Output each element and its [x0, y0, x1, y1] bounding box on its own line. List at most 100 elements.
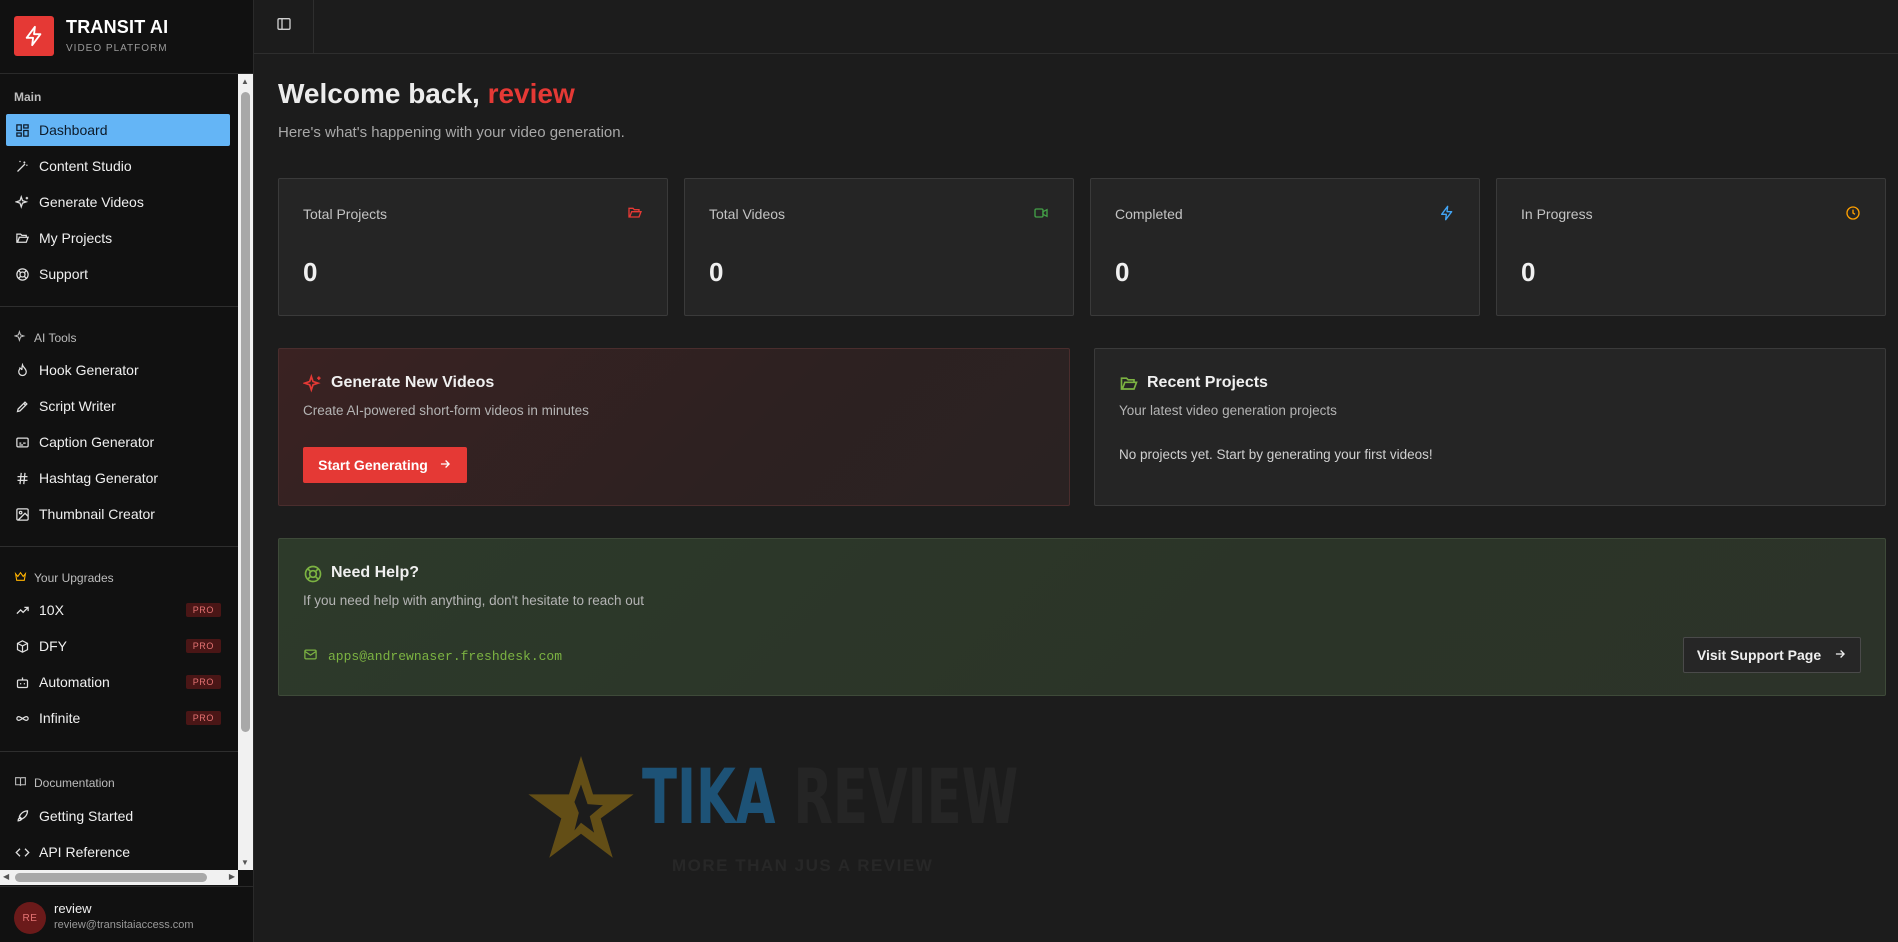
brand-tagline: VIDEO PLATFORM	[66, 43, 168, 54]
card-title: Need Help?	[331, 564, 420, 581]
recent-projects-card: Recent Projects Your latest video genera…	[1094, 348, 1886, 506]
folder-open-icon	[14, 230, 30, 246]
welcome-username: review	[487, 78, 575, 109]
sidebar-item-label: Support	[39, 266, 89, 282]
video-icon	[1033, 205, 1049, 221]
stat-label: Completed	[1115, 206, 1183, 222]
rocket-icon	[14, 808, 30, 824]
scroll-down-arrow-icon[interactable]: ▼	[241, 858, 249, 867]
card-description: Your latest video generation projects	[1119, 403, 1337, 418]
arrow-right-icon	[438, 457, 452, 474]
sidebar-item-caption-generator[interactable]: Caption Generator	[6, 426, 230, 458]
sidebar-vertical-scrollbar[interactable]: ▲ ▼	[238, 74, 253, 870]
scrollbar-thumb[interactable]	[241, 92, 250, 732]
brand-name: TRANSIT AI	[66, 17, 169, 37]
sidebar-item-thumbnail-creator[interactable]: Thumbnail Creator	[6, 498, 230, 530]
captions-icon	[14, 434, 30, 450]
generate-videos-card: Generate New Videos Create AI-powered sh…	[278, 348, 1070, 506]
sidebar-item-my-projects[interactable]: My Projects	[6, 222, 230, 254]
sidebar-horizontal-scrollbar[interactable]: ◀ ▶	[0, 870, 238, 885]
card-title: Generate New Videos	[331, 374, 495, 391]
scrollbar-thumb[interactable]	[15, 873, 207, 882]
sidebar-nav: Main Dashboard Content Studio Generate V…	[0, 74, 253, 886]
pro-badge: PRO	[185, 675, 221, 689]
tika-review-watermark: TIKA REVIEW MORE THAN JUS A REVIEW	[526, 752, 1018, 892]
page-subtitle: Here's what's happening with your video …	[278, 124, 625, 141]
sidebar-toggle-button[interactable]	[254, 0, 314, 53]
lifebuoy-icon	[14, 266, 30, 282]
sidebar-item-label: My Projects	[39, 230, 113, 246]
brand-header[interactable]: TRANSIT AI VIDEO PLATFORM	[0, 0, 253, 74]
stat-card-completed: Completed 0	[1090, 178, 1480, 316]
watermark-slogan: MORE THAN JUS A REVIEW	[672, 856, 934, 875]
folder-open-icon	[1119, 374, 1139, 394]
visit-support-page-button[interactable]: Visit Support Page	[1683, 637, 1861, 673]
pen-icon	[14, 398, 30, 414]
sidebar-divider	[0, 751, 238, 752]
sidebar-item-label: Thumbnail Creator	[39, 506, 155, 522]
flame-icon	[14, 362, 30, 378]
stat-label: Total Projects	[303, 206, 388, 222]
page-title: Welcome back, review	[278, 78, 575, 109]
pro-badge: PRO	[185, 639, 221, 653]
trending-up-icon	[14, 602, 30, 618]
topbar	[254, 0, 1898, 54]
code-icon	[14, 844, 30, 860]
zap-icon	[1439, 205, 1455, 221]
sidebar-item-dashboard[interactable]: Dashboard	[6, 114, 230, 146]
section-label-documentation: Documentation	[14, 775, 115, 791]
mail-icon	[303, 647, 318, 666]
sidebar-item-infinite[interactable]: Infinite PRO	[6, 702, 230, 734]
zap-logo-icon	[14, 16, 54, 56]
sidebar-item-hook-generator[interactable]: Hook Generator	[6, 354, 230, 386]
sidebar-item-generate-videos[interactable]: Generate Videos	[6, 186, 230, 218]
sidebar-item-getting-started[interactable]: Getting Started	[6, 800, 230, 832]
sidebar-item-content-studio[interactable]: Content Studio	[6, 150, 230, 182]
watermark-brand: TIKA REVIEW	[642, 752, 1019, 841]
sidebar-divider	[0, 306, 238, 307]
card-description: Create AI-powered short-form videos in m…	[303, 403, 589, 418]
need-help-card: Need Help? If you need help with anythin…	[278, 538, 1886, 696]
folder-icon	[627, 205, 643, 221]
image-edit-icon	[14, 506, 30, 522]
sidebar-item-label: DFY	[39, 638, 67, 654]
support-email-link[interactable]: apps@andrewnaser.freshdesk.com	[303, 647, 562, 666]
user-name: review	[54, 901, 92, 916]
stat-label: In Progress	[1521, 206, 1593, 222]
user-email: review@transitaiaccess.com	[54, 919, 194, 931]
stat-value: 0	[1521, 257, 1536, 287]
start-generating-button[interactable]: Start Generating	[303, 447, 467, 483]
sidebar-item-support[interactable]: Support	[6, 258, 230, 290]
sidebar-item-script-writer[interactable]: Script Writer	[6, 390, 230, 422]
sidebar-item-label: Dashboard	[39, 122, 108, 138]
section-label-upgrades: Your Upgrades	[14, 570, 114, 586]
sidebar-item-label: Script Writer	[39, 398, 116, 414]
card-title: Recent Projects	[1147, 374, 1268, 391]
sidebar-item-api-reference[interactable]: API Reference	[6, 836, 230, 868]
stat-value: 0	[303, 257, 318, 287]
panel-left-icon	[276, 16, 292, 37]
sparkles-icon	[14, 194, 30, 210]
bot-icon	[14, 674, 30, 690]
clock-icon	[1845, 205, 1861, 221]
scroll-left-arrow-icon[interactable]: ◀	[3, 872, 9, 881]
stat-value: 0	[1115, 257, 1130, 287]
scroll-right-arrow-icon[interactable]: ▶	[229, 872, 235, 881]
card-description: If you need help with anything, don't he…	[303, 593, 645, 608]
sidebar-item-label: Infinite	[39, 710, 81, 726]
scroll-up-arrow-icon[interactable]: ▲	[241, 77, 249, 86]
sidebar-item-label: Hashtag Generator	[39, 470, 159, 486]
sidebar-item-dfy[interactable]: DFY PRO	[6, 630, 230, 662]
sidebar-item-hashtag-generator[interactable]: Hashtag Generator	[6, 462, 230, 494]
sidebar-item-label: API Reference	[39, 844, 131, 860]
sidebar-item-10x[interactable]: 10X PRO	[6, 594, 230, 626]
sidebar-item-label: Caption Generator	[39, 434, 155, 450]
package-icon	[14, 638, 30, 654]
avatar: RE	[14, 902, 46, 934]
hash-icon	[14, 470, 30, 486]
sidebar-item-label: Content Studio	[39, 158, 132, 174]
user-profile[interactable]: RE review review@transitaiaccess.com	[0, 886, 253, 942]
sidebar-item-automation[interactable]: Automation PRO	[6, 666, 230, 698]
sidebar: TRANSIT AI VIDEO PLATFORM Main Dashboard…	[0, 0, 254, 942]
stat-label: Total Videos	[709, 206, 786, 222]
